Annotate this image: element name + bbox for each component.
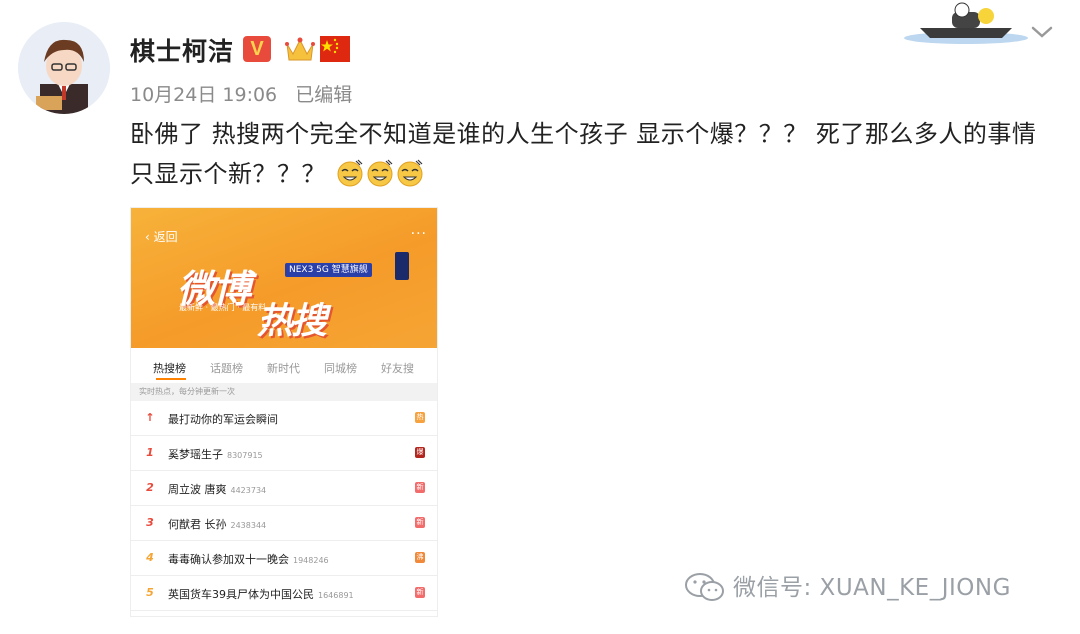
hot-search-title[interactable]: 最打动你的军运会瞬间	[168, 411, 278, 427]
hot-search-rank: 3	[146, 516, 154, 529]
post-body: 卧佛了 热搜两个完全不知道是谁的人生个孩子 显示个爆？？？ 死了那么多人的事情只…	[130, 114, 1060, 194]
tab-topics[interactable]: 话题榜	[210, 360, 243, 376]
hot-search-tag: 沸	[415, 552, 425, 563]
hot-search-row[interactable]: 2 周立波 唐爽 4423734 新	[131, 471, 437, 506]
hot-search-tabs: 热搜榜 话题榜 新时代 同城榜 好友搜	[131, 354, 437, 382]
hot-search-rank: 4	[146, 551, 154, 564]
hot-search-rank: 1	[146, 446, 154, 459]
hot-search-tag: 新	[415, 482, 425, 493]
hot-search-tag: 热	[415, 412, 425, 423]
more-icon[interactable]: ···	[411, 226, 427, 242]
tab-local[interactable]: 同城榜	[324, 360, 357, 376]
hot-search-title[interactable]: 奚梦瑶生子 8307915	[168, 446, 263, 462]
hot-search-rank: 2	[146, 481, 154, 494]
hot-search-count: 4423734	[230, 486, 267, 495]
sweat-smile-emoji-icon	[396, 159, 424, 187]
post-text: 卧佛了 热搜两个完全不知道是谁的人生个孩子 显示个爆？？？ 死了那么多人的事情只…	[130, 120, 1037, 188]
banner-slogan: 最新鲜 · 最热门 · 最有料	[179, 303, 267, 312]
wechat-watermark: 微信号: XUAN_KE_JIONG	[683, 568, 1011, 604]
sweat-smile-emoji-icon	[336, 159, 364, 187]
hot-search-row[interactable]: 4 毒毒确认参加双十一晚会 1948246 沸	[131, 541, 437, 576]
back-link[interactable]: ‹ 返回	[145, 228, 178, 245]
hot-search-count: 8307915	[227, 451, 263, 460]
hot-search-tag: 新	[415, 587, 425, 598]
sweat-smile-emoji-icon	[366, 159, 394, 187]
hot-search-count: 1948246	[293, 556, 329, 565]
hot-search-row[interactable]: 1 奚梦瑶生子 8307915 爆	[131, 436, 437, 471]
hot-search-title[interactable]: 周立波 唐爽 4423734	[168, 481, 266, 497]
watermark-text: 微信号: XUAN_KE_JIONG	[733, 575, 1011, 601]
china-flag-icon	[320, 36, 350, 62]
hot-search-title[interactable]: 何猷君 长孙 2438344	[168, 516, 266, 532]
post-date: 10月24日 19:06	[130, 84, 278, 106]
edited-label[interactable]: 已编辑	[295, 84, 352, 106]
username[interactable]: 棋士柯洁	[130, 32, 234, 68]
post-meta: 10月24日 19:06 已编辑	[130, 80, 364, 107]
wechat-icon	[683, 571, 727, 603]
update-note: 实时热点，每分钟更新一次	[131, 383, 437, 401]
boat-decoration-icon	[900, 0, 1032, 46]
hot-search-row[interactable]: ↑ 最打动你的军运会瞬间 热	[131, 401, 437, 436]
chevron-down-icon[interactable]	[1030, 22, 1054, 42]
embedded-screenshot[interactable]: ‹ 返回 ··· 微博 热搜 最新鲜 · 最热门 · 最有料 NEX3 5G 智…	[130, 207, 438, 617]
hot-search-tag: 新	[415, 517, 425, 528]
hot-search-rank: 5	[146, 586, 154, 599]
tab-friends[interactable]: 好友搜	[381, 360, 414, 376]
hot-search-rank: ↑	[145, 411, 155, 424]
hot-search-title[interactable]: 英国货车39具尸体为中国公民 1646891	[168, 586, 354, 602]
crown-badge-icon	[284, 34, 316, 64]
hot-search-row[interactable]: 3 何猷君 长孙 2438344 新	[131, 506, 437, 541]
hot-search-title[interactable]: 毒毒确认参加双十一晚会 1948246	[168, 551, 329, 567]
hot-search-count: 1646891	[318, 591, 354, 600]
hot-search-title-text: 毒毒确认参加双十一晚会	[168, 553, 289, 566]
hot-search-title-text: 奚梦瑶生子	[168, 448, 223, 461]
active-tab-indicator	[156, 378, 186, 380]
phone-ad-icon	[395, 252, 409, 280]
hot-search-title-text: 英国货车39具尸体为中国公民	[168, 588, 314, 601]
hot-search-row[interactable]: 5 英国货车39具尸体为中国公民 1646891 新	[131, 576, 437, 611]
hot-search-banner: ‹ 返回 ··· 微博 热搜 最新鲜 · 最热门 · 最有料 NEX3 5G 智…	[131, 208, 437, 348]
tab-new-era[interactable]: 新时代	[267, 360, 300, 376]
hot-search-title-text: 周立波 唐爽	[168, 483, 227, 496]
verified-badge-icon: V	[243, 36, 271, 62]
hot-search-title-text: 何猷君 长孙	[168, 518, 227, 531]
tab-hot-search[interactable]: 热搜榜	[153, 360, 186, 376]
nex-ad-label: NEX3 5G 智慧旗舰	[285, 263, 372, 277]
banner-hot: 热搜	[257, 301, 327, 342]
hot-search-title-text: 最打动你的军运会瞬间	[168, 413, 278, 426]
hot-search-tag: 爆	[415, 447, 425, 458]
user-avatar[interactable]	[18, 22, 110, 114]
hot-search-count: 2438344	[230, 521, 267, 530]
